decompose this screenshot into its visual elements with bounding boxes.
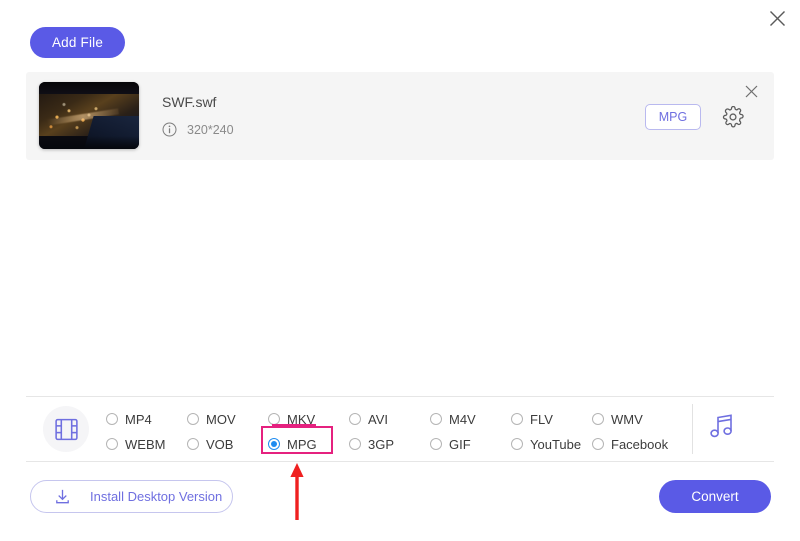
red-arrow-annotation bbox=[290, 463, 304, 520]
format-option-gif[interactable]: GIF bbox=[430, 434, 471, 454]
file-meta: 320*240 bbox=[162, 122, 234, 137]
convert-button[interactable]: Convert bbox=[659, 480, 771, 513]
divider-bottom bbox=[26, 461, 774, 462]
audio-category-button[interactable] bbox=[706, 408, 740, 446]
install-desktop-version-button[interactable]: Install Desktop Version bbox=[30, 480, 233, 513]
format-option-label: M4V bbox=[449, 411, 476, 427]
format-option-label: FLV bbox=[530, 411, 553, 427]
format-option-wmv[interactable]: WMV bbox=[592, 409, 643, 429]
format-option-flv[interactable]: FLV bbox=[511, 409, 553, 429]
format-option-label: GIF bbox=[449, 436, 471, 452]
add-file-button[interactable]: Add File bbox=[30, 27, 125, 58]
film-strip-icon bbox=[54, 418, 78, 440]
divider-top bbox=[26, 396, 774, 397]
radio-webm[interactable] bbox=[106, 438, 118, 450]
format-option-avi[interactable]: AVI bbox=[349, 409, 388, 429]
radio-3gp[interactable] bbox=[349, 438, 361, 450]
gear-icon bbox=[722, 105, 744, 128]
category-divider bbox=[692, 404, 693, 454]
mkv-underline-annotation bbox=[272, 424, 316, 426]
format-option-mp4[interactable]: MP4 bbox=[106, 409, 152, 429]
format-option-label: YouTube bbox=[530, 436, 582, 452]
video-category-button[interactable] bbox=[43, 406, 89, 452]
format-option-3gp[interactable]: 3GP bbox=[349, 434, 394, 454]
format-option-mkv[interactable]: MKV bbox=[268, 409, 315, 429]
format-options-grid: MP4 MOV MKV AVI M4V FLV WMV WEBM VOB MPG 3GP GIF You… bbox=[106, 404, 686, 454]
download-icon bbox=[53, 487, 72, 506]
radio-facebook[interactable] bbox=[592, 438, 604, 450]
format-option-label: MPG bbox=[287, 436, 317, 452]
radio-vob[interactable] bbox=[187, 438, 199, 450]
radio-mp4[interactable] bbox=[106, 413, 118, 425]
format-option-label: MP4 bbox=[125, 411, 152, 427]
format-option-label: MOV bbox=[206, 411, 236, 427]
file-resolution: 320*240 bbox=[187, 122, 234, 137]
format-option-label: Facebook bbox=[611, 436, 669, 452]
format-option-mov[interactable]: MOV bbox=[187, 409, 236, 429]
radio-wmv[interactable] bbox=[592, 413, 604, 425]
radio-mpg[interactable] bbox=[268, 438, 280, 450]
close-icon bbox=[769, 10, 785, 26]
file-remove-button[interactable] bbox=[740, 80, 762, 102]
music-note-icon bbox=[710, 414, 732, 438]
format-option-label: AVI bbox=[368, 411, 388, 427]
format-option-label: 3GP bbox=[368, 436, 395, 452]
format-option-m4v[interactable]: M4V bbox=[430, 409, 476, 429]
format-option-facebook[interactable]: Facebook bbox=[592, 434, 668, 454]
format-option-webm[interactable]: WEBM bbox=[106, 434, 165, 454]
window-close-button[interactable] bbox=[763, 4, 791, 32]
radio-youtube[interactable] bbox=[511, 438, 523, 450]
format-option-mpg[interactable]: MPG bbox=[268, 434, 317, 454]
file-name: SWF.swf bbox=[162, 94, 217, 110]
radio-mov[interactable] bbox=[187, 413, 199, 425]
radio-m4v[interactable] bbox=[430, 413, 442, 425]
format-option-label: WMV bbox=[611, 411, 643, 427]
format-option-vob[interactable]: VOB bbox=[187, 434, 233, 454]
install-desktop-version-label: Install Desktop Version bbox=[90, 489, 223, 504]
close-icon bbox=[745, 85, 757, 97]
radio-avi[interactable] bbox=[349, 413, 361, 425]
format-option-label: WEBM bbox=[125, 436, 166, 452]
output-format-badge[interactable]: MPG bbox=[645, 104, 701, 130]
file-settings-button[interactable] bbox=[722, 105, 744, 128]
radio-flv[interactable] bbox=[511, 413, 523, 425]
thumbnail-shadow bbox=[39, 135, 139, 149]
format-option-youtube[interactable]: YouTube bbox=[511, 434, 581, 454]
info-icon bbox=[162, 122, 177, 137]
file-thumbnail bbox=[39, 82, 139, 149]
format-option-label: VOB bbox=[206, 436, 234, 452]
radio-gif[interactable] bbox=[430, 438, 442, 450]
file-list-row: SWF.swf 320*240 MPG bbox=[26, 72, 774, 160]
